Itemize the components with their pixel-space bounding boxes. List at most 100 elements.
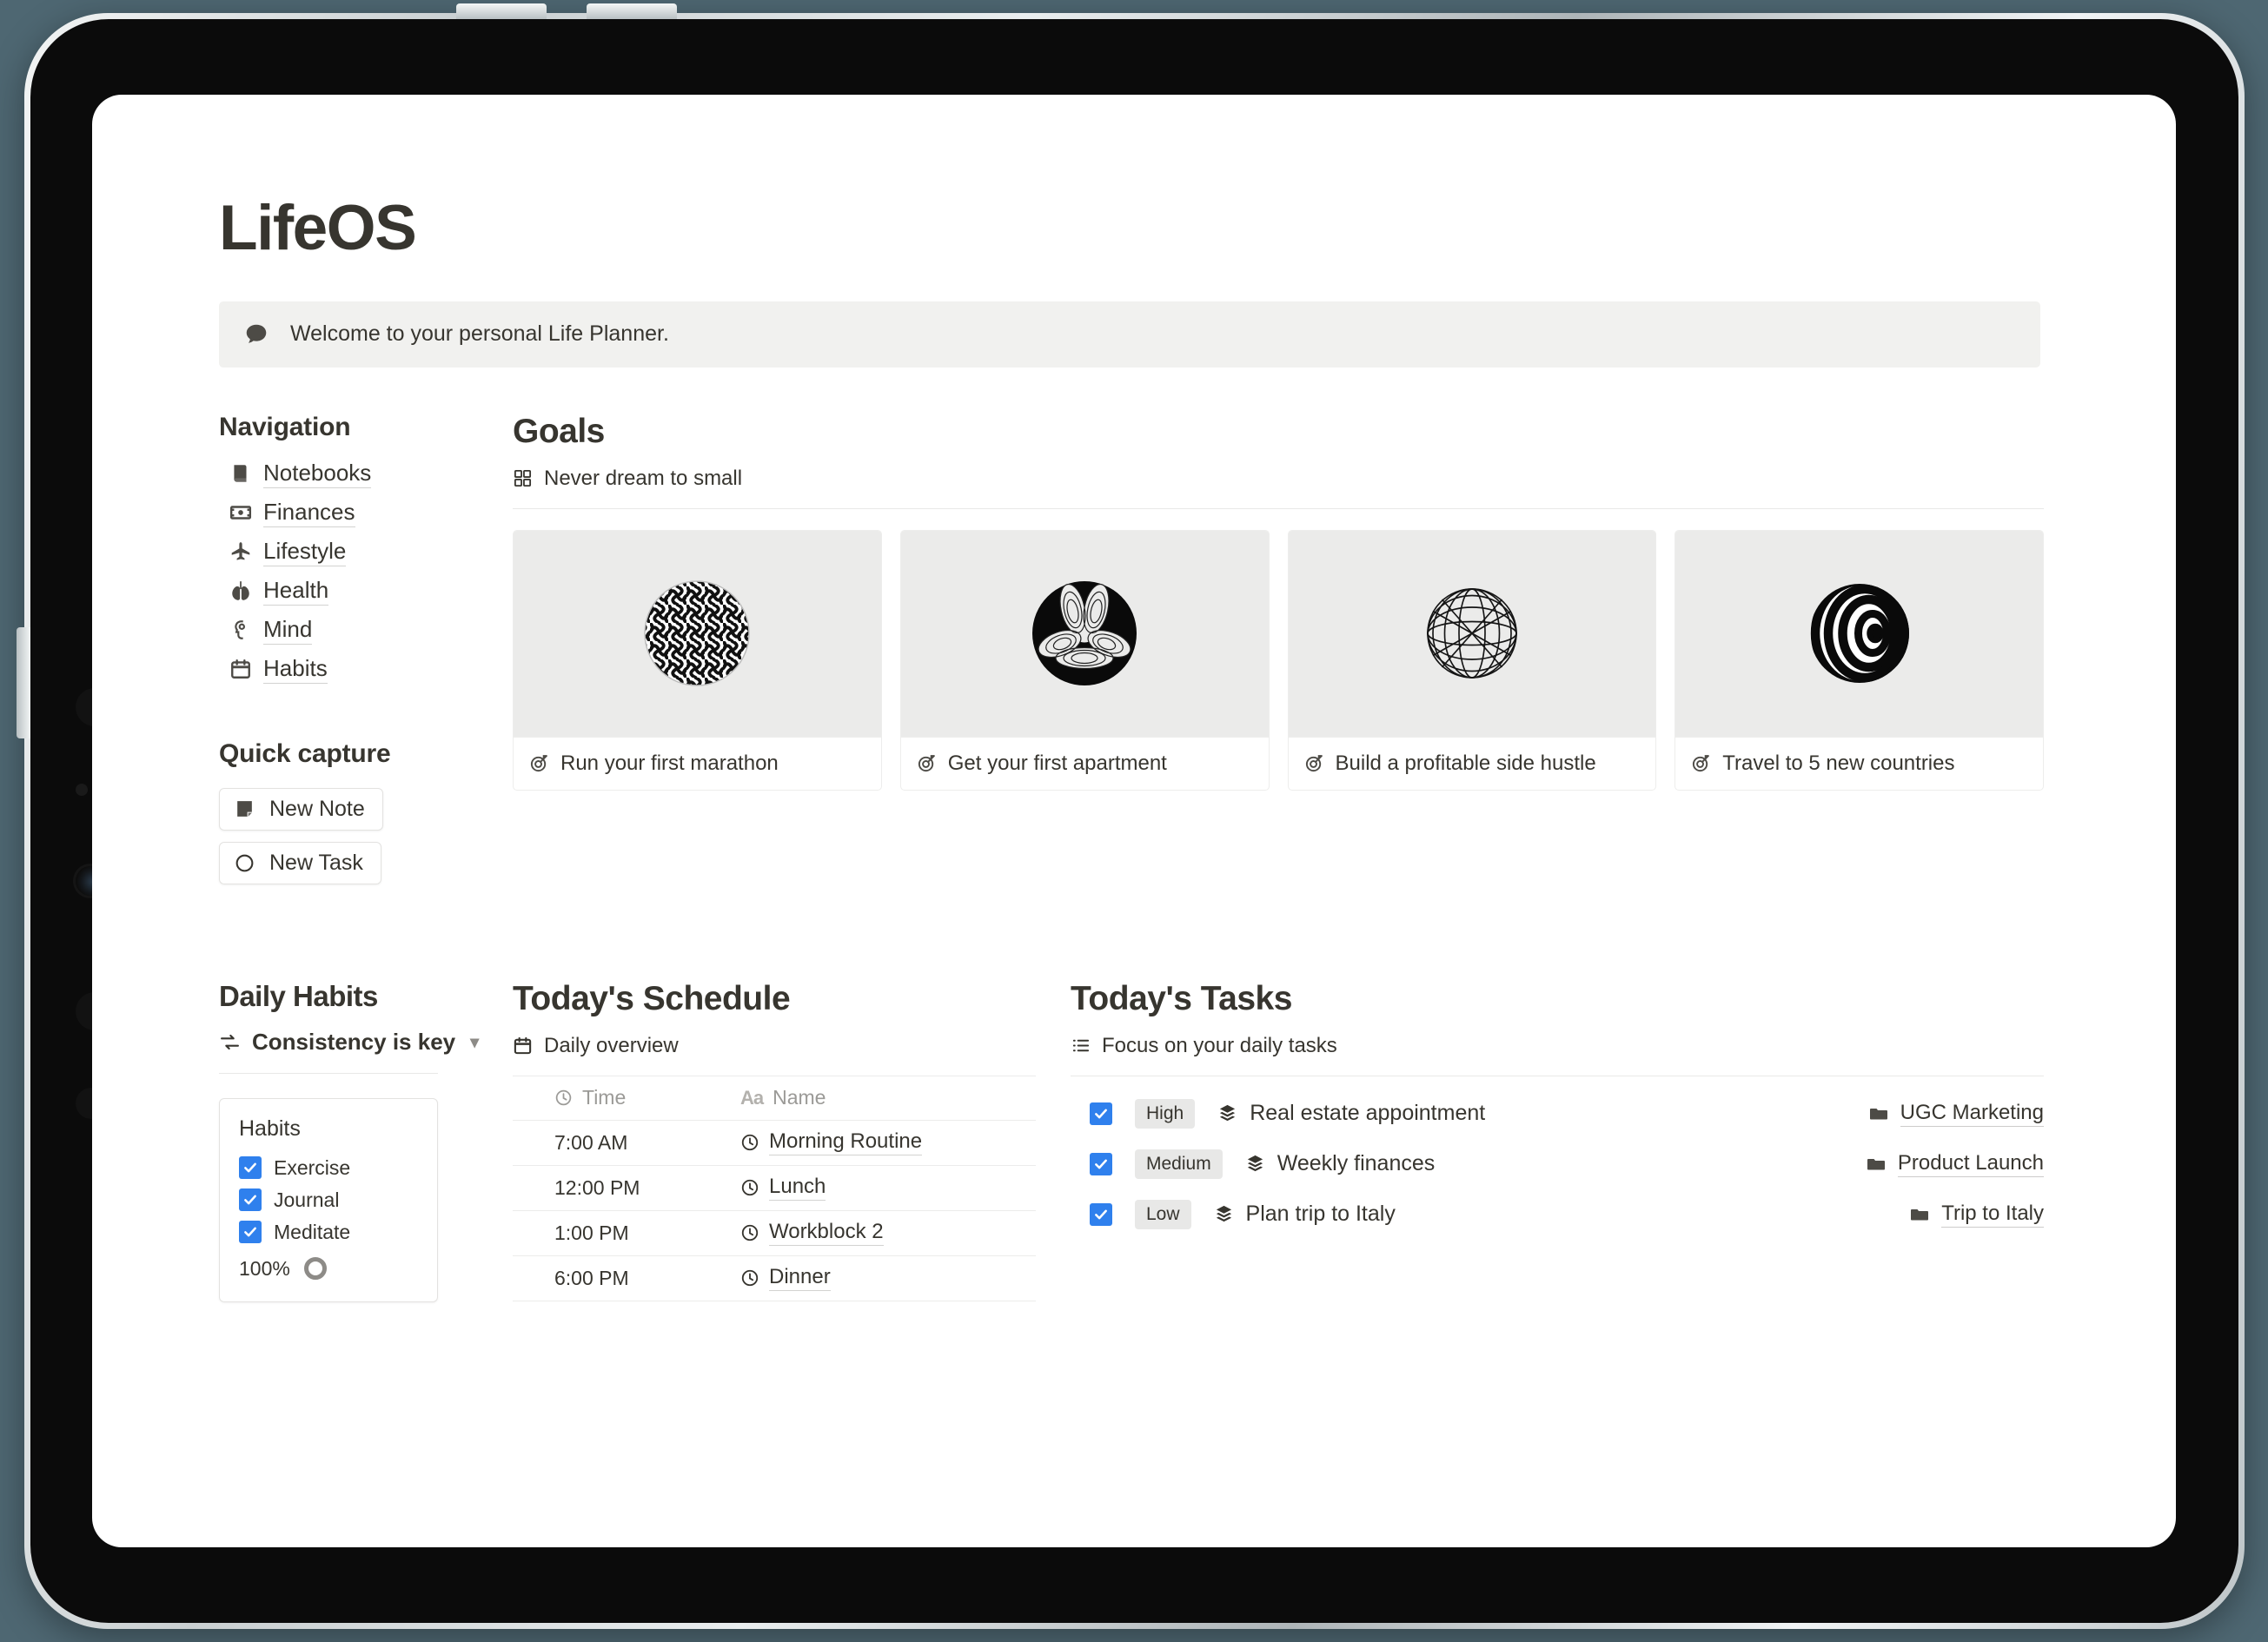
rings-sphere-art	[1809, 584, 1909, 684]
schedule-time: 7:00 AM	[554, 1130, 628, 1154]
column-header-label: Time	[582, 1086, 627, 1109]
new-task-button[interactable]: New Task	[219, 841, 381, 884]
calendar-icon	[513, 1036, 533, 1056]
schedule-name-cell[interactable]: Lunch	[740, 1175, 1036, 1202]
task-row[interactable]: Low Plan trip to Italy Trip to Italy	[1071, 1189, 2044, 1240]
column-header-time[interactable]: Time	[513, 1086, 740, 1109]
calendar-icon	[229, 658, 252, 680]
goal-card-label: Get your first apartment	[947, 751, 1167, 775]
tasks-subtitle[interactable]: Focus on your daily tasks	[1071, 1034, 2044, 1058]
task-project: UGC Marketing	[1900, 1101, 2044, 1127]
stack-icon	[1214, 1204, 1234, 1224]
schedule-heading: Today's Schedule	[513, 979, 791, 1017]
task-checkbox[interactable]	[1090, 1202, 1112, 1226]
goal-card-footer: Build a profitable side hustle	[1288, 736, 1656, 790]
sidebar-item-label: Habits	[263, 655, 328, 684]
task-row[interactable]: High Real estate appointment UGC Marketi…	[1071, 1089, 2044, 1139]
money-icon	[229, 501, 252, 524]
sidebar-item-label: Finances	[263, 499, 355, 527]
daily-habits-subtitle[interactable]: Consistency is key ▾	[219, 1029, 480, 1056]
task-checkbox[interactable]	[1090, 1152, 1112, 1175]
sidebar-item-label: Notebooks	[263, 460, 372, 488]
task-priority-badge: High	[1135, 1098, 1196, 1129]
sidebar-item-lifestyle[interactable]: Lifestyle	[219, 533, 480, 572]
list-view-icon	[1071, 1036, 1091, 1056]
speech-bubble-icon	[243, 321, 269, 348]
power-button[interactable]	[16, 627, 30, 738]
schedule-row[interactable]: 12:00 PM Lunch	[513, 1166, 1036, 1211]
task-checkbox[interactable]	[1090, 1102, 1112, 1125]
goals-subtitle[interactable]: Never dream to small	[513, 467, 2044, 491]
notion-page: LifeOS Welcome to your personal Life Pla…	[219, 195, 2044, 1302]
column-header-label: Name	[773, 1086, 826, 1109]
schedule-row[interactable]: 1:00 PM Workblock 2	[513, 1211, 1036, 1256]
schedule-time: 1:00 PM	[554, 1221, 629, 1244]
volume-up-button[interactable]	[455, 3, 547, 19]
target-icon	[1304, 753, 1324, 773]
goal-card[interactable]: Run your first marathon	[513, 529, 882, 791]
task-name: Real estate appointment	[1250, 1101, 1486, 1126]
habit-item[interactable]: Journal	[239, 1184, 418, 1216]
sidebar-item-finances[interactable]: Finances	[219, 493, 480, 533]
schedule-name-cell[interactable]: Morning Routine	[740, 1129, 1036, 1156]
new-note-button[interactable]: New Note	[219, 787, 383, 831]
task-name: Plan trip to Italy	[1245, 1202, 1396, 1227]
clock-icon	[554, 1089, 573, 1107]
stack-icon	[1217, 1103, 1237, 1123]
column-header-name[interactable]: Aa Name	[740, 1086, 1036, 1109]
head-icon	[229, 619, 252, 641]
schedule-name-cell[interactable]: Dinner	[740, 1265, 1036, 1292]
schedule-subtitle[interactable]: Daily overview	[513, 1034, 1036, 1058]
chevron-down-icon[interactable]: ▾	[470, 1031, 479, 1053]
habits-card: Habits Exercise Journal Meditate 100%	[219, 1097, 438, 1302]
sidebar-item-health[interactable]: Health	[219, 572, 480, 611]
sidebar-item-notebooks[interactable]: Notebooks	[219, 454, 480, 493]
habit-item[interactable]: Meditate	[239, 1216, 418, 1248]
folder-icon	[1868, 1103, 1889, 1124]
goals-subtitle-label: Never dream to small	[544, 466, 743, 490]
tablet-screen: LifeOS Welcome to your personal Life Pla…	[92, 95, 2176, 1547]
schedule-name-cell[interactable]: Workblock 2	[740, 1220, 1036, 1247]
sidebar-item-habits[interactable]: Habits	[219, 650, 480, 689]
goal-cover	[1675, 530, 2043, 737]
habit-checkbox[interactable]	[239, 1188, 262, 1212]
task-name-cell[interactable]: Weekly finances	[1245, 1151, 1436, 1176]
goal-card-footer: Get your first apartment	[900, 736, 1269, 790]
task-name: Weekly finances	[1277, 1151, 1436, 1176]
clock-icon	[740, 1268, 759, 1288]
schedule-table-header: Time Aa Name	[513, 1075, 1036, 1121]
goal-card[interactable]: Travel to 5 new countries	[1674, 529, 2044, 791]
note-icon	[234, 798, 255, 820]
habit-checkbox[interactable]	[239, 1221, 262, 1244]
sidebar-item-label: Mind	[263, 616, 313, 645]
task-project-cell[interactable]: UGC Marketing	[1868, 1101, 2044, 1127]
goal-card-label: Build a profitable side hustle	[1335, 751, 1596, 775]
sidebar-item-mind[interactable]: Mind	[219, 611, 480, 650]
schedule-time: 12:00 PM	[554, 1175, 640, 1199]
stack-icon	[1245, 1154, 1265, 1174]
airplane-icon	[229, 540, 252, 563]
goal-card[interactable]: Get your first apartment	[899, 529, 1270, 791]
daily-habits-subtitle-label: Consistency is key	[252, 1028, 456, 1055]
notebook-icon	[229, 462, 252, 485]
schedule-row[interactable]: 6:00 PM Dinner	[513, 1256, 1036, 1301]
task-name-cell[interactable]: Plan trip to Italy	[1214, 1202, 1396, 1227]
habit-item[interactable]: Exercise	[239, 1152, 418, 1184]
bezel-sensor-mid	[75, 784, 88, 796]
task-name-cell[interactable]: Real estate appointment	[1217, 1101, 1485, 1126]
task-row[interactable]: Medium Weekly finances Product Launch	[1071, 1139, 2044, 1189]
volume-down-button[interactable]	[586, 3, 677, 19]
task-project-cell[interactable]: Product Launch	[1866, 1151, 2044, 1177]
habit-checkbox[interactable]	[239, 1156, 262, 1180]
progress-ring-icon	[303, 1257, 327, 1281]
tasks-list: High Real estate appointment UGC Marketi…	[1071, 1089, 2044, 1240]
task-project-cell[interactable]: Trip to Italy	[1909, 1202, 2044, 1228]
habit-label: Meditate	[274, 1220, 351, 1243]
wireframe-globe-art	[1427, 588, 1517, 679]
schedule-row[interactable]: 7:00 AM Morning Routine	[513, 1121, 1036, 1166]
upper-columns: Navigation Notebooks Finances Lifestyle …	[219, 413, 2044, 884]
sidebar-column: Navigation Notebooks Finances Lifestyle …	[219, 413, 480, 884]
goal-card[interactable]: Build a profitable side hustle	[1287, 529, 1657, 791]
schedule-subtitle-label: Daily overview	[544, 1033, 679, 1057]
circle-icon	[234, 852, 255, 874]
